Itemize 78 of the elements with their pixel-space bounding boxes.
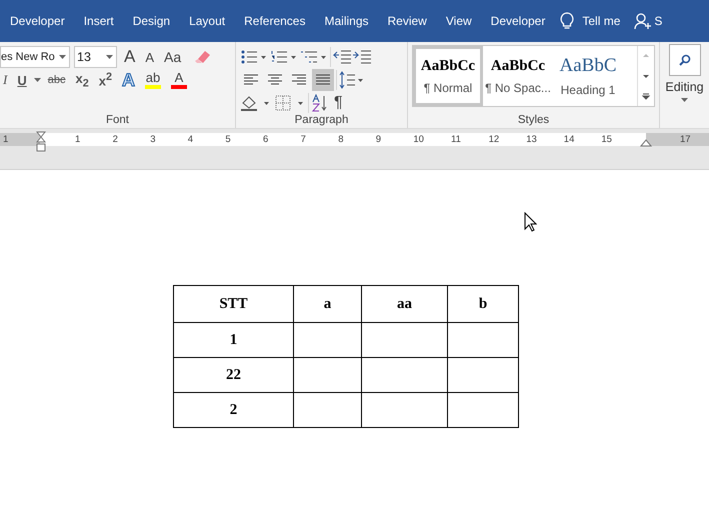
grow-font-button[interactable]: A — [121, 47, 138, 67]
ribbon-tab[interactable]: Layout — [179, 0, 234, 42]
ruler-number: 1 — [75, 133, 80, 146]
ribbon-tab[interactable]: Review — [378, 0, 436, 42]
group-label: Styles — [516, 114, 550, 126]
ruler-number: 2 — [112, 133, 118, 146]
ribbon-tab[interactable]: Developer — [0, 0, 74, 42]
search-icon — [678, 53, 692, 67]
align-icon — [291, 74, 307, 86]
ruler-number: 15 — [601, 133, 612, 146]
ruler-number: 5 — [225, 133, 231, 146]
line-spacing-icon[interactable] — [339, 71, 365, 89]
group-label: Paragraph — [294, 114, 350, 126]
share-label[interactable]: S — [654, 14, 662, 28]
align-button[interactable] — [312, 69, 334, 91]
ruler-number: 13 — [526, 133, 537, 146]
right-indent-icon[interactable] — [640, 139, 652, 147]
ribbon-tab[interactable]: References — [234, 0, 314, 42]
font-size-field[interactable]: 13 — [74, 46, 117, 68]
ruler-number: 3 — [150, 133, 156, 146]
mouse-pointer-icon — [524, 212, 537, 232]
format-button[interactable]: abc — [44, 74, 68, 86]
ribbon-tab[interactable]: Mailings — [314, 0, 378, 42]
style-item[interactable]: AaBbCc ¶ Normal — [413, 46, 483, 106]
change-case-button[interactable]: Aa — [161, 49, 184, 65]
align-icon — [315, 74, 331, 86]
person-add-icon[interactable] — [634, 12, 652, 30]
table-header: b — [478, 296, 488, 312]
dropdown-arrow-icon[interactable] — [106, 55, 113, 59]
editing-menu[interactable]: Editing — [665, 80, 704, 94]
align-icon — [267, 74, 283, 86]
ribbon-tab[interactable]: View — [436, 0, 481, 42]
multilevel-list-icon[interactable] — [300, 49, 328, 65]
shrink-font-button[interactable]: A — [142, 50, 158, 64]
group-label: Font — [104, 114, 130, 126]
show-formatting-button[interactable]: ¶ — [331, 94, 346, 112]
font-name-field[interactable]: es New Ro — [0, 46, 70, 68]
indent-marker-icon[interactable] — [36, 131, 46, 153]
tell-me-search[interactable]: Tell me — [582, 14, 620, 28]
sort-icon[interactable] — [311, 94, 329, 112]
ruler-number: 6 — [263, 133, 268, 146]
align-icon — [243, 74, 259, 86]
bullet-list-icon[interactable] — [240, 49, 268, 65]
increase-indent-icon[interactable] — [353, 50, 371, 64]
ruler-number: 9 — [376, 133, 382, 146]
ruler-number: 7 — [300, 133, 306, 146]
table-cell: 22 — [226, 366, 241, 382]
ruler-number: 4 — [188, 133, 194, 146]
highlight-button[interactable]: ab — [142, 71, 164, 89]
table-cell: 2 — [230, 402, 238, 418]
ruler-number: 8 — [338, 133, 344, 146]
ruler-number: 11 — [451, 133, 461, 146]
ruler-number: 1 — [3, 133, 8, 146]
dropdown-arrow-icon[interactable] — [681, 98, 688, 102]
ribbon-tab[interactable]: Developer — [480, 0, 554, 42]
ruler-number: 12 — [488, 133, 500, 146]
font-color-button[interactable]: A — [168, 71, 190, 89]
ribbon-tab[interactable]: Design — [122, 0, 180, 42]
ruler-number: 14 — [564, 133, 574, 146]
borders-icon[interactable] — [274, 94, 306, 112]
shading-icon[interactable] — [240, 94, 272, 112]
table-header: STT — [219, 296, 248, 312]
table-cell: 1 — [230, 332, 238, 348]
table-header: aa — [397, 296, 412, 312]
ruler-number: 10 — [413, 133, 424, 146]
numbered-list-icon[interactable] — [270, 49, 298, 65]
ruler-number: 17 — [680, 133, 691, 146]
ribbon-tab[interactable]: Insert — [74, 0, 123, 42]
lightbulb-icon — [560, 12, 574, 30]
format-button[interactable]: x$_{2}$ — [72, 70, 92, 90]
dropdown-arrow-icon[interactable] — [34, 78, 41, 82]
table-header: a — [324, 296, 332, 312]
format-button[interactable]: U — [14, 72, 30, 88]
format-button[interactable]: x$^{2}$ — [96, 71, 116, 89]
format-button[interactable]: I — [0, 72, 10, 88]
decrease-indent-icon[interactable] — [333, 50, 351, 64]
find-button[interactable] — [668, 44, 700, 76]
dropdown-arrow-icon[interactable] — [59, 55, 66, 59]
